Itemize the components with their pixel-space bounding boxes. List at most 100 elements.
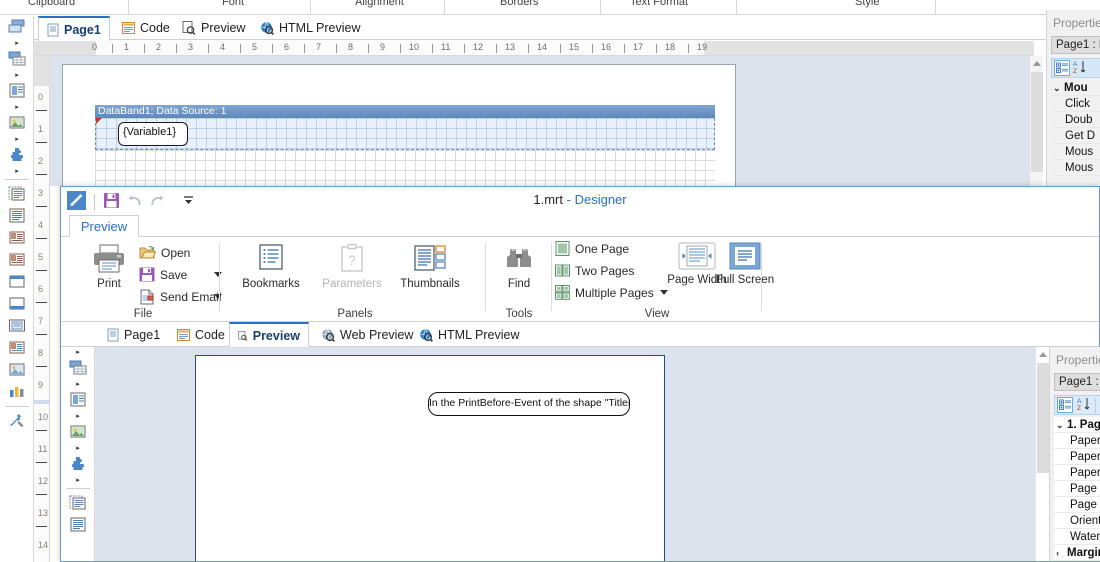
preview-properties-object-combo[interactable]: Page1 : Page <box>1054 373 1100 391</box>
preview-window-titlebar[interactable]: 1.mrt - Designer <box>61 187 1099 215</box>
preview-text-block-tool[interactable] <box>61 514 95 536</box>
page-grid-area[interactable] <box>95 150 715 186</box>
designer-tab-html-preview[interactable]: HTML Preview <box>252 16 369 40</box>
open-button[interactable]: Open <box>139 245 190 260</box>
props-row[interactable]: ⌄ Mou <box>1051 80 1100 96</box>
contact-card-tool[interactable] <box>0 337 34 359</box>
props-row[interactable]: Watermark <box>1054 529 1100 545</box>
image-tool-expander[interactable]: ▸ <box>0 134 34 144</box>
bookmarks-button[interactable]: Bookmarks <box>235 243 307 291</box>
sub-report-tool[interactable] <box>0 183 34 205</box>
cross-band-tool[interactable] <box>0 80 34 102</box>
data-band-header[interactable]: DataBand1; Data Source: 1 <box>95 105 715 118</box>
send-email-dropdown-icon[interactable] <box>214 294 222 299</box>
props-row[interactable]: Doub <box>1051 112 1100 128</box>
variable-text-component[interactable]: {Variable1} <box>118 122 188 146</box>
data-band-tool-expander[interactable]: ▸ <box>0 38 34 48</box>
panel-tool[interactable] <box>0 315 34 337</box>
svg-text:A: A <box>1077 398 1082 405</box>
preview-tab-page1[interactable]: Page1 <box>99 322 168 347</box>
thumbnails-button[interactable]: Thumbnails <box>393 243 467 291</box>
designer-vertical-ruler[interactable]: 0 1 2 3 4 5 6 7 8 9 10 11 12 13 14 <box>34 56 50 562</box>
designer-properties-list[interactable]: ⌄ Mou Click Doub Get D Mous Mous <box>1051 80 1100 176</box>
preview-puzzle-tool[interactable] <box>61 453 95 475</box>
designer-vertical-scrollbar[interactable] <box>1029 56 1043 186</box>
props-row[interactable]: Orientation <box>1054 513 1100 529</box>
categorized-view-icon[interactable] <box>1054 60 1070 76</box>
ribbon-tab-preview[interactable]: Preview <box>69 215 139 238</box>
preview-tab-code[interactable]: Code <box>169 322 233 347</box>
cross-band-tool-expander[interactable]: ▸ <box>0 102 34 112</box>
preview-scrollbar-thumb[interactable] <box>1037 363 1049 473</box>
props-row[interactable]: Paper Size <box>1054 433 1100 449</box>
tools-wrench-icon[interactable] <box>0 410 34 432</box>
multiple-pages-button[interactable]: Multiple Pages <box>555 285 668 300</box>
props-row[interactable]: ⌄1. Page <box>1054 417 1100 433</box>
page-width-button[interactable]: Page Width <box>667 241 727 287</box>
props-row[interactable]: › Margins <box>1054 545 1100 561</box>
image-tool[interactable] <box>0 112 34 134</box>
designer-horizontal-ruler[interactable]: 0 1 2 3 4 5 6 7 8 9 10 11 12 13 14 15 16… <box>34 41 1034 56</box>
alphabetical-sort-icon[interactable]: AZ <box>1077 397 1091 414</box>
preview-tool-expander-1[interactable]: ▸ <box>61 347 95 357</box>
chart-tool[interactable] <box>0 381 34 403</box>
preview-tool-expander-4[interactable]: ▸ <box>61 443 95 453</box>
props-row[interactable]: Mous <box>1051 144 1100 160</box>
preview-scroll-up-arrow-icon[interactable] <box>1039 352 1047 357</box>
props-row[interactable]: Mous <box>1051 160 1100 176</box>
preview-tool-expander-5[interactable]: ▸ <box>61 475 95 485</box>
designer-tab-code[interactable]: Code <box>114 16 178 40</box>
save-button[interactable]: Save <box>139 267 222 282</box>
props-row[interactable]: Click <box>1051 96 1100 112</box>
categorized-view-icon[interactable] <box>1057 397 1073 413</box>
save-dropdown-icon[interactable] <box>214 272 222 277</box>
preview-vertical-scrollbar[interactable] <box>1035 347 1049 561</box>
preview-window[interactable]: 1.mrt - Designer Preview Print Open Save… <box>60 186 1100 562</box>
table-tool[interactable] <box>0 48 34 70</box>
one-page-button[interactable]: One Page <box>555 241 629 256</box>
props-row[interactable]: Page Height <box>1054 497 1100 513</box>
props-row[interactable]: Get D <box>1051 128 1100 144</box>
rich-text-tool[interactable] <box>0 227 34 249</box>
send-email-button[interactable]: Send Email <box>139 289 222 305</box>
designer-properties-object-combo[interactable]: Page1 : P <box>1051 36 1100 54</box>
puzzle-tool[interactable] <box>0 144 34 166</box>
preview-tab-web-preview[interactable]: Web Preview <box>313 322 421 347</box>
preview-cross-band-tool[interactable] <box>61 389 95 411</box>
text-block-tool[interactable] <box>0 205 34 227</box>
footer-shape-tool[interactable] <box>0 293 34 315</box>
preview-image-tool[interactable] <box>61 421 95 443</box>
print-button[interactable]: Print <box>83 243 135 291</box>
props-row[interactable]: Paper Source o <box>1054 465 1100 481</box>
props-row[interactable]: Paper Source o <box>1054 449 1100 465</box>
scrollbar-thumb[interactable] <box>1031 72 1043 172</box>
preview-rendered-page[interactable]: In the PrintBefore-Event of the shape "T… <box>195 355 665 561</box>
designer-canvas[interactable]: DataBand1; Data Source: 1 {Variable1} <box>50 56 1034 186</box>
preview-tab-html-preview[interactable]: HTML Preview <box>411 322 528 347</box>
parameters-button[interactable]: ? Parameters <box>315 243 389 291</box>
props-row[interactable]: Page Width <box>1054 481 1100 497</box>
preview-tool-expander-3[interactable]: ▸ <box>61 411 95 421</box>
preview-properties-list[interactable]: ⌄1. Page Paper Size Paper Source o Paper… <box>1054 417 1100 561</box>
table-tool-expander[interactable]: ▸ <box>0 70 34 80</box>
header-shape-tool[interactable] <box>0 271 34 293</box>
designer-tab-page1[interactable]: Page1 <box>38 16 110 41</box>
find-button[interactable]: Find <box>493 243 545 291</box>
preview-table-tool[interactable] <box>61 357 95 379</box>
report-page-sheet[interactable]: DataBand1; Data Source: 1 {Variable1} <box>62 64 736 186</box>
preview-tool-expander-2[interactable]: ▸ <box>61 379 95 389</box>
title-frame-shape[interactable]: In the PrintBefore-Event of the shape "T… <box>428 392 630 416</box>
rich-text-tool-2[interactable] <box>0 249 34 271</box>
preview-page-area[interactable]: In the PrintBefore-Event of the shape "T… <box>95 347 1035 561</box>
data-band-body[interactable]: {Variable1} <box>95 118 715 150</box>
preview-sub-report-tool[interactable] <box>61 492 95 514</box>
data-band-tool[interactable] <box>0 16 34 38</box>
picture-tool[interactable] <box>0 359 34 381</box>
puzzle-tool-expander[interactable]: ▸ <box>0 166 34 176</box>
multiple-pages-dropdown-icon[interactable] <box>660 290 668 295</box>
two-pages-button[interactable]: Two Pages <box>555 263 634 278</box>
scroll-up-arrow-icon[interactable] <box>1033 61 1041 66</box>
designer-tab-preview[interactable]: Preview <box>174 16 253 40</box>
alphabetical-sort-icon[interactable]: AZ <box>1073 60 1087 77</box>
preview-tab-preview[interactable]: Preview <box>229 322 309 348</box>
